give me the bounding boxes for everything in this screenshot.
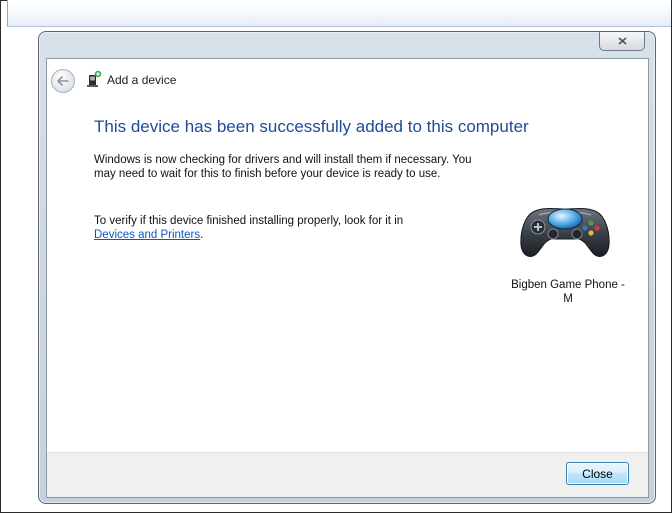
window-title: Add a device [107, 73, 177, 87]
back-button[interactable] [51, 69, 75, 93]
background-window-titlebar [7, 0, 671, 27]
window-close-button[interactable] [599, 32, 645, 51]
verify-info-prefix: To verify if this device finished instal… [94, 215, 404, 227]
navigation-bar: Add a device [47, 59, 648, 101]
gamepad-icon [520, 208, 610, 258]
close-icon [617, 37, 627, 45]
add-device-icon [87, 70, 102, 87]
back-arrow-icon [57, 76, 69, 86]
driver-info-text: Windows is now checking for drivers and … [94, 154, 472, 180]
dialog-content: Add a device This device has been succes… [46, 58, 649, 498]
device-name-label: Bigben Game Phone -M [511, 279, 625, 305]
success-heading: This device has been successfully added … [94, 117, 529, 136]
verify-info-suffix: . [200, 228, 204, 241]
devices-and-printers-link[interactable]: Devices and Printers [94, 229, 200, 241]
verify-info-text: To verify if this device finished instal… [94, 215, 474, 242]
dialog-footer: Close [47, 452, 648, 497]
close-button[interactable]: Close [566, 462, 629, 485]
add-device-dialog: Add a device This device has been succes… [38, 31, 656, 504]
